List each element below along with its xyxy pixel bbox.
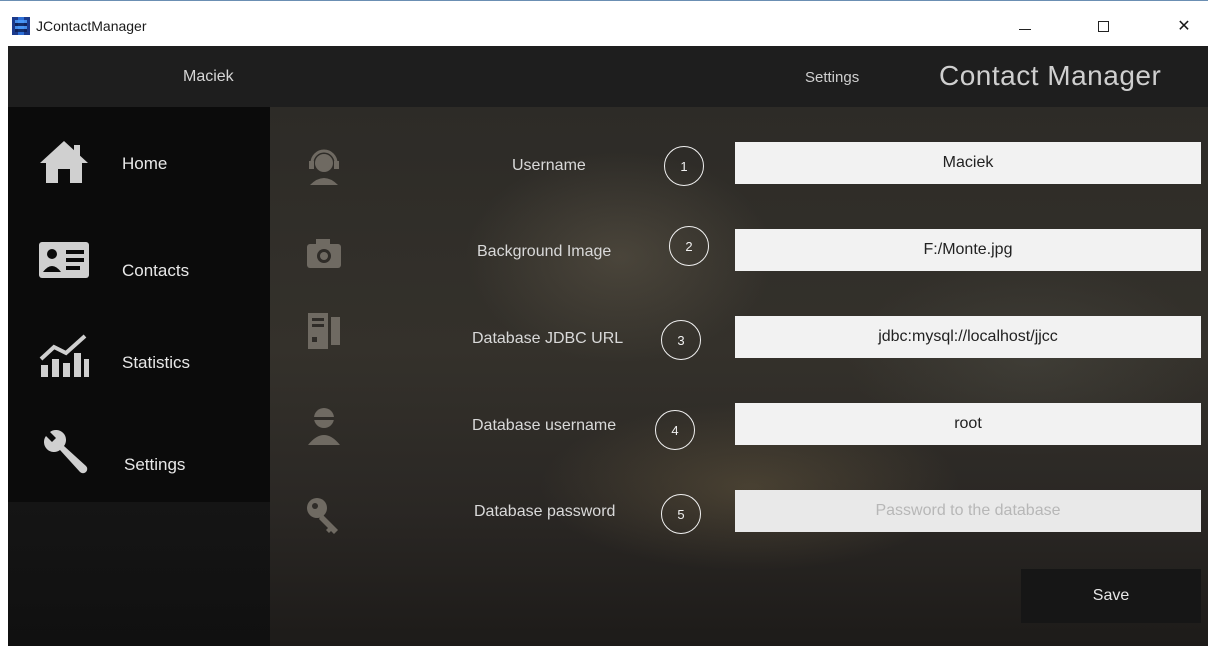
statistics-icon (39, 334, 89, 377)
username-input[interactable] (735, 142, 1201, 184)
database-username-label: Database username (472, 417, 617, 434)
sidebar-item-statistics[interactable]: Statistics (8, 301, 270, 398)
settings-panel: Username 1 Background Image 2 Database J… (270, 107, 1208, 646)
sidebar-item-label: Home (122, 154, 168, 173)
sidebar: Home Contacts Statistics Settings (8, 107, 270, 646)
background-image-label: Background Image (477, 243, 612, 260)
app-logo-icon (12, 17, 30, 35)
step-number-badge: 5 (661, 494, 701, 534)
close-button[interactable]: ✕ (1164, 11, 1204, 41)
sidebar-footer-area (8, 502, 270, 646)
minimize-button[interactable] (1005, 11, 1045, 41)
home-icon (40, 141, 88, 183)
database-jdbc-url-input[interactable] (735, 316, 1201, 358)
window-title-bar: JContactManager ✕ (0, 0, 1208, 46)
database-password-label: Database password (474, 503, 616, 520)
user-headset-icon (309, 149, 339, 185)
step-number-badge: 1 (664, 146, 704, 186)
app-header: Maciek Settings Contact Manager (8, 46, 1208, 107)
current-user-name: Maciek (183, 68, 234, 85)
sidebar-item-contacts[interactable]: Contacts (8, 204, 270, 301)
sidebar-item-label: Statistics (122, 353, 191, 372)
database-username-input[interactable] (735, 403, 1201, 445)
maximize-button[interactable] (1083, 11, 1123, 41)
save-button[interactable]: Save (1021, 569, 1201, 623)
user-icon (308, 408, 340, 445)
header-settings-link[interactable]: Settings (805, 69, 859, 86)
camera-icon (307, 239, 341, 268)
database-jdbc-url-label: Database JDBC URL (472, 330, 624, 347)
step-number-badge: 2 (669, 226, 709, 266)
sidebar-item-home[interactable]: Home (8, 107, 270, 204)
sidebar-item-label: Settings (124, 455, 186, 474)
maximize-icon (1097, 20, 1109, 32)
key-icon (307, 498, 338, 534)
database-password-input[interactable] (735, 490, 1201, 532)
contact-card-icon (39, 242, 89, 278)
background-image-input[interactable] (735, 229, 1201, 271)
step-number-badge: 4 (655, 410, 695, 450)
app-heading: Contact Manager (939, 60, 1162, 91)
server-icon (308, 313, 340, 349)
sidebar-item-label: Contacts (122, 261, 190, 280)
wrench-icon (44, 430, 88, 474)
username-label: Username (512, 157, 586, 174)
minimize-icon (1019, 28, 1031, 30)
sidebar-item-settings[interactable]: Settings (8, 398, 270, 495)
step-number-badge: 3 (661, 320, 701, 360)
close-icon: ✕ (1177, 18, 1191, 35)
window-title: JContactManager (36, 18, 147, 34)
